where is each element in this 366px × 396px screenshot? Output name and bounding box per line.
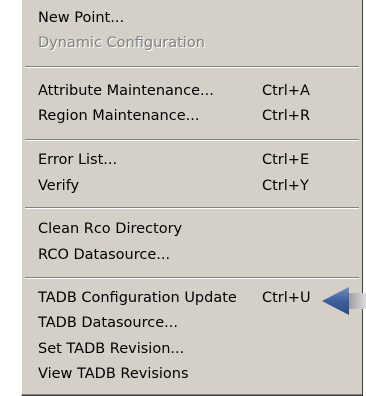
- menu-item-label: Attribute Maintenance...: [38, 83, 214, 99]
- menu-item-shortcut: Ctrl+R: [262, 108, 311, 124]
- menu-separator: [25, 139, 359, 141]
- menu-item-label: New Point...: [38, 10, 125, 26]
- menu-separator: [25, 207, 359, 209]
- left-arrow-icon: [322, 285, 366, 317]
- menu-item-shortcut: Ctrl+E: [262, 152, 310, 168]
- menu-item-tadb-datasource[interactable]: TADB Datasource...: [22, 311, 362, 335]
- menu-item-label: Clean Rco Directory: [38, 221, 183, 237]
- menu-separator: [25, 277, 359, 279]
- menu-item-new-point[interactable]: New Point...: [22, 6, 362, 30]
- menu-item-shortcut: Ctrl+A: [262, 83, 310, 99]
- menu-item-shortcut: Ctrl+Y: [262, 178, 309, 194]
- menu-item-verify[interactable]: Verify Ctrl+Y: [22, 174, 362, 198]
- menu-item-label: Dynamic Configuration: [38, 35, 205, 51]
- menu-item-tadb-configuration-update[interactable]: TADB Configuration Update Ctrl+U: [22, 286, 362, 310]
- menu-item-set-tadb-revision[interactable]: Set TADB Revision...: [22, 337, 362, 361]
- menu-item-label: RCO Datasource...: [38, 247, 171, 263]
- menu-item-error-list[interactable]: Error List... Ctrl+E: [22, 148, 362, 172]
- menu-item-label: Set TADB Revision...: [38, 341, 185, 357]
- menu-item-label: Region Maintenance...: [38, 108, 200, 124]
- menu-item-region-maintenance[interactable]: Region Maintenance... Ctrl+R: [22, 104, 362, 128]
- menu-item-label: TADB Configuration Update: [38, 290, 237, 306]
- menu-item-label: Verify: [38, 178, 80, 194]
- menu-item-label: View TADB Revisions: [38, 366, 189, 382]
- menu-item-attribute-maintenance[interactable]: Attribute Maintenance... Ctrl+A: [22, 79, 362, 103]
- tools-menu: New Point... Dynamic Configuration Attri…: [21, 0, 363, 396]
- menu-item-view-tadb-revisions[interactable]: View TADB Revisions: [22, 362, 362, 386]
- menu-item-label: Error List...: [38, 152, 118, 168]
- menu-separator: [25, 66, 359, 68]
- menu-item-shortcut: Ctrl+U: [262, 290, 311, 306]
- menu-item-label: TADB Datasource...: [38, 315, 178, 331]
- screenshot: New Point... Dynamic Configuration Attri…: [0, 0, 366, 396]
- menu-item-clean-rco-directory[interactable]: Clean Rco Directory: [22, 217, 362, 241]
- menu-item-rco-datasource[interactable]: RCO Datasource...: [22, 243, 362, 267]
- menu-item-dynamic-configuration: Dynamic Configuration: [22, 31, 362, 55]
